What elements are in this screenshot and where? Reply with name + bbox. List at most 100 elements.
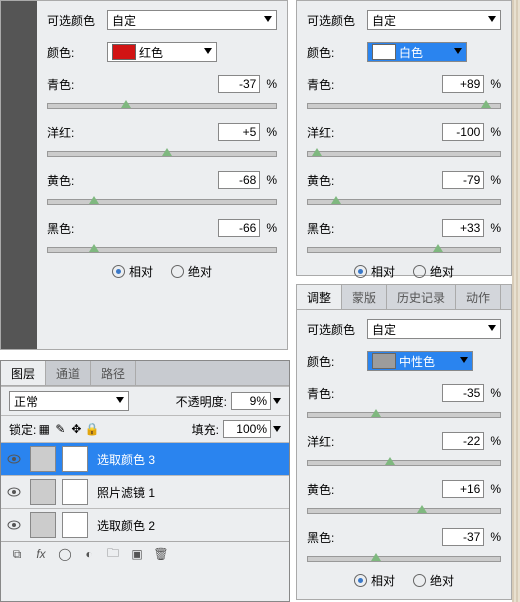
slider-track[interactable]: [307, 103, 501, 109]
slider-value[interactable]: [218, 75, 260, 93]
slider-value[interactable]: [442, 75, 484, 93]
tab-layers[interactable]: 图层: [1, 361, 46, 385]
slider-value[interactable]: [442, 219, 484, 237]
color-label: 颜色:: [47, 44, 107, 61]
tab-channels[interactable]: 通道: [46, 361, 91, 385]
slider-value[interactable]: [218, 219, 260, 237]
lock-transparent-icon[interactable]: ▦: [36, 421, 52, 437]
slider-track[interactable]: [307, 199, 501, 205]
caret-icon: [116, 397, 124, 403]
slider-value[interactable]: [218, 123, 260, 141]
slider-value[interactable]: [218, 171, 260, 189]
slider-handle[interactable]: [371, 553, 381, 561]
visibility-icon[interactable]: [5, 450, 23, 468]
slider-track[interactable]: [307, 556, 501, 562]
visibility-icon[interactable]: [5, 483, 23, 501]
relative-radio[interactable]: 相对: [112, 263, 153, 280]
slider-handle[interactable]: [481, 100, 491, 108]
link-icon[interactable]: ⧉: [9, 546, 25, 562]
slider-handle[interactable]: [89, 244, 99, 252]
layer-thumb: [30, 512, 56, 538]
panel-tabbar: 调整 蒙版 历史记录 动作: [297, 285, 511, 310]
lock-all-icon[interactable]: 🔒: [84, 421, 100, 437]
caret-icon: [454, 48, 462, 54]
trash-icon[interactable]: 🗑: [153, 546, 169, 562]
slider-handle[interactable]: [89, 196, 99, 204]
percent-label: %: [490, 530, 501, 544]
percent-label: %: [490, 482, 501, 496]
percent-label: %: [266, 221, 277, 235]
blend-mode-dropdown[interactable]: 正常: [9, 391, 129, 411]
caret-icon: [488, 16, 496, 22]
slider-value[interactable]: [442, 171, 484, 189]
lock-position-icon[interactable]: ✥: [68, 421, 84, 437]
slider-track[interactable]: [307, 508, 501, 514]
slider-track[interactable]: [47, 151, 277, 157]
preset-dropdown[interactable]: 自定: [367, 10, 501, 30]
color-dropdown[interactable]: 白色: [367, 42, 467, 62]
slider-handle[interactable]: [162, 148, 172, 156]
slider-value[interactable]: [442, 123, 484, 141]
color-label: 颜色:: [307, 353, 367, 370]
slider-handle[interactable]: [417, 505, 427, 513]
slider-track[interactable]: [47, 103, 277, 109]
tab-mask[interactable]: 蒙版: [342, 285, 387, 309]
layers-panel: 图层 通道 路径 正常 不透明度: 锁定: ▦ ✎ ✥ 🔒 填充: 选取颜色 3…: [0, 360, 290, 602]
slider-handle[interactable]: [312, 148, 322, 156]
slider-track[interactable]: [307, 412, 501, 418]
color-dropdown[interactable]: 红色: [107, 42, 217, 62]
tab-paths[interactable]: 路径: [91, 361, 136, 385]
layer-row[interactable]: 选取颜色 3: [1, 442, 289, 475]
slider-value[interactable]: [442, 384, 484, 402]
slider-track[interactable]: [307, 151, 501, 157]
slider-handle[interactable]: [371, 409, 381, 417]
layer-row[interactable]: 照片滤镜 1: [1, 475, 289, 508]
slider-value[interactable]: [442, 432, 484, 450]
swatch-icon: [112, 44, 136, 60]
absolute-radio[interactable]: 绝对: [171, 263, 212, 280]
tab-history[interactable]: 历史记录: [387, 285, 456, 309]
slider-label: 黑色:: [47, 220, 107, 237]
layer-row[interactable]: 选取颜色 2: [1, 508, 289, 541]
preset-dropdown[interactable]: 自定: [367, 319, 501, 339]
preset-label: 可选颜色: [307, 12, 367, 29]
slider-track[interactable]: [47, 247, 277, 253]
caret-icon[interactable]: [273, 398, 281, 404]
tab-actions[interactable]: 动作: [456, 285, 501, 309]
caret-icon: [204, 48, 212, 54]
preset-label: 可选颜色: [307, 321, 367, 338]
visibility-icon[interactable]: [5, 516, 23, 534]
document-edge: [1, 1, 37, 349]
adjustment-icon[interactable]: ◐: [81, 546, 97, 562]
slider-value[interactable]: [442, 480, 484, 498]
slider-label: 青色:: [47, 76, 107, 93]
mask-icon[interactable]: ◯: [57, 546, 73, 562]
slider-label: 黄色:: [47, 172, 107, 189]
slider-value[interactable]: [442, 528, 484, 546]
tab-adjust[interactable]: 调整: [297, 285, 342, 309]
slider-handle[interactable]: [385, 457, 395, 465]
preset-dropdown[interactable]: 自定: [107, 10, 277, 30]
slider-track[interactable]: [307, 460, 501, 466]
opacity-input[interactable]: [231, 392, 271, 410]
percent-label: %: [266, 125, 277, 139]
relative-radio[interactable]: 相对: [354, 572, 395, 589]
caret-icon[interactable]: [273, 426, 281, 432]
absolute-radio[interactable]: 绝对: [413, 263, 454, 280]
slider-track[interactable]: [47, 199, 277, 205]
slider-handle[interactable]: [331, 196, 341, 204]
fx-icon[interactable]: fx: [33, 546, 49, 562]
folder-icon[interactable]: 🗀: [105, 546, 121, 562]
percent-label: %: [490, 77, 501, 91]
absolute-radio[interactable]: 绝对: [413, 572, 454, 589]
slider-handle[interactable]: [121, 100, 131, 108]
slider-track[interactable]: [307, 247, 501, 253]
slider-handle[interactable]: [433, 244, 443, 252]
layer-thumb: [30, 479, 56, 505]
color-dropdown[interactable]: 中性色: [367, 351, 473, 371]
new-layer-icon[interactable]: ▣: [129, 546, 145, 562]
fill-input[interactable]: [223, 420, 271, 438]
lock-pixels-icon[interactable]: ✎: [52, 421, 68, 437]
relative-radio[interactable]: 相对: [354, 263, 395, 280]
mask-thumb: [62, 512, 88, 538]
